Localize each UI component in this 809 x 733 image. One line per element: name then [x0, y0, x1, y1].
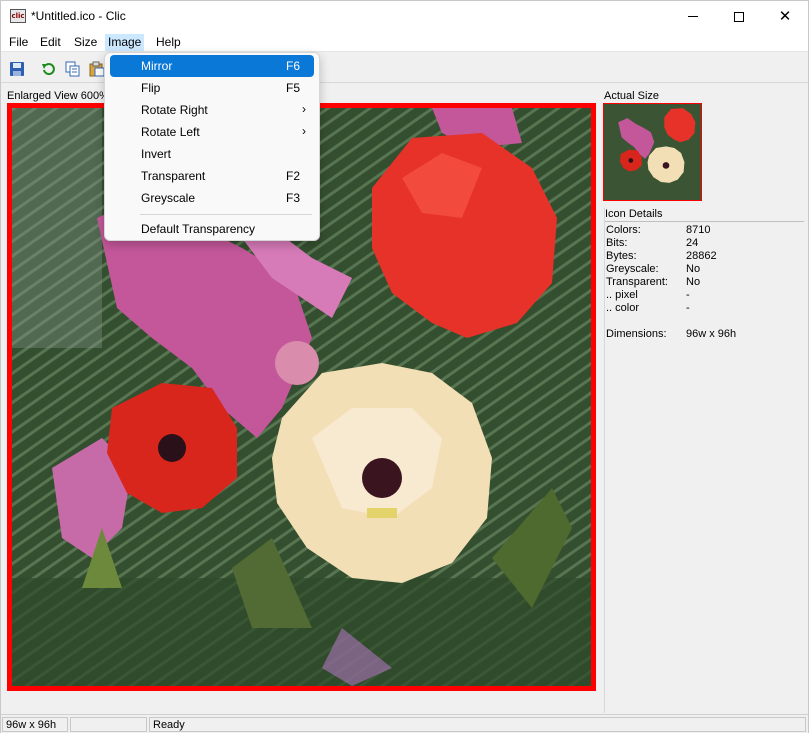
menu-item-label: Mirror [141, 59, 173, 73]
menu-item-transparent[interactable]: Transparent F2 [110, 165, 314, 187]
detail-row-greyscale: Greyscale: No [605, 263, 804, 276]
icon-details-header: Icon Details [605, 208, 804, 222]
actual-size-preview [603, 103, 702, 201]
app-icon: clic [10, 9, 26, 23]
close-button[interactable]: ✕ [762, 1, 808, 32]
maximize-icon [734, 11, 744, 22]
detail-value: No [686, 263, 701, 275]
menu-item-mirror[interactable]: Mirror F6 [110, 55, 314, 77]
undo-button[interactable] [39, 60, 57, 78]
copy-icon [65, 61, 80, 77]
maximize-button[interactable] [716, 1, 762, 32]
menu-edit[interactable]: Edit [37, 34, 64, 51]
detail-value: 8710 [686, 224, 711, 236]
status-text: Ready [149, 717, 806, 732]
submenu-arrow-icon: › [302, 102, 306, 116]
detail-value: No [686, 276, 701, 288]
status-bar: 96w x 96h Ready [1, 714, 808, 733]
icon-details-panel: Icon Details Colors: 8710 Bits: 24 Bytes… [604, 208, 804, 713]
detail-value: 96w x 96h [686, 328, 737, 340]
detail-key: Colors: [606, 224, 641, 236]
menu-item-shortcut: F3 [285, 191, 300, 205]
actual-size-flower-image [604, 104, 701, 200]
window-title: *Untitled.ico - Clic [31, 9, 126, 23]
menu-item-shortcut: F6 [285, 59, 300, 73]
menu-item-rotate-left[interactable]: Rotate Left › [110, 121, 314, 143]
detail-row-transparent: Transparent: No [605, 276, 804, 289]
menu-item-shortcut: F2 [285, 169, 300, 183]
image-menu-dropdown: Mirror F6 Flip F5 Rotate Right › Rotate … [104, 52, 320, 241]
status-dimensions: 96w x 96h [2, 717, 68, 732]
detail-value: 24 [686, 237, 699, 249]
menu-item-flip[interactable]: Flip F5 [110, 77, 314, 99]
minimize-button[interactable] [670, 1, 716, 32]
menu-item-label: Rotate Right [141, 103, 208, 117]
menu-file[interactable]: File [6, 34, 31, 51]
close-icon: ✕ [778, 7, 792, 25]
detail-key: Greyscale: [606, 263, 659, 275]
menu-image[interactable]: Image [105, 34, 145, 51]
detail-key: Transparent: [606, 276, 668, 288]
detail-row-bits: Bits: 24 [605, 237, 804, 250]
menu-item-invert[interactable]: Invert [110, 143, 314, 165]
menu-help[interactable]: Help [153, 34, 184, 51]
detail-row-color: .. color - [605, 302, 804, 315]
menu-item-label: Transparent [141, 169, 206, 183]
save-icon [10, 62, 24, 76]
detail-value: - [686, 302, 690, 314]
detail-key: .. color [606, 302, 640, 314]
detail-key: Bits: [606, 237, 628, 249]
menu-item-label: Invert [141, 147, 172, 161]
status-middle [70, 717, 147, 732]
menu-bar: File Edit Size Image Help [1, 32, 808, 52]
detail-row-bytes: Bytes: 28862 [605, 250, 804, 263]
detail-row-colors: Colors: 8710 [605, 224, 804, 237]
detail-value: - [686, 289, 690, 301]
menu-item-label: Rotate Left [141, 125, 200, 139]
paste-icon [89, 61, 105, 77]
detail-row-dimensions: Dimensions: 96w x 96h [605, 328, 804, 341]
copy-button[interactable] [64, 60, 82, 78]
menu-item-shortcut: F5 [285, 81, 300, 95]
detail-row-pixel: .. pixel - [605, 289, 804, 302]
menu-item-label: Greyscale [141, 191, 196, 205]
title-bar: clic *Untitled.ico - Clic ✕ [1, 1, 808, 32]
menu-item-greyscale[interactable]: Greyscale F3 [110, 187, 314, 209]
minimize-icon [688, 16, 698, 17]
actual-size-label: Actual Size [604, 90, 660, 102]
menu-item-label: Default Transparency [141, 222, 256, 236]
enlarged-view-label: Enlarged View 600% [7, 90, 109, 102]
undo-icon [42, 63, 55, 76]
submenu-arrow-icon: › [302, 124, 306, 138]
detail-value: 28862 [686, 250, 717, 262]
menu-item-rotate-right[interactable]: Rotate Right › [110, 99, 314, 121]
detail-key: .. pixel [606, 289, 638, 301]
menu-separator [140, 214, 312, 215]
menu-size[interactable]: Size [71, 34, 100, 51]
detail-key: Bytes: [606, 250, 637, 262]
app-window: clic *Untitled.ico - Clic ✕ File Edit Si… [0, 0, 809, 733]
menu-item-default-transparency[interactable]: Default Transparency [110, 218, 314, 240]
save-button[interactable] [8, 60, 26, 78]
detail-key: Dimensions: [606, 328, 667, 340]
menu-item-label: Flip [141, 81, 161, 95]
